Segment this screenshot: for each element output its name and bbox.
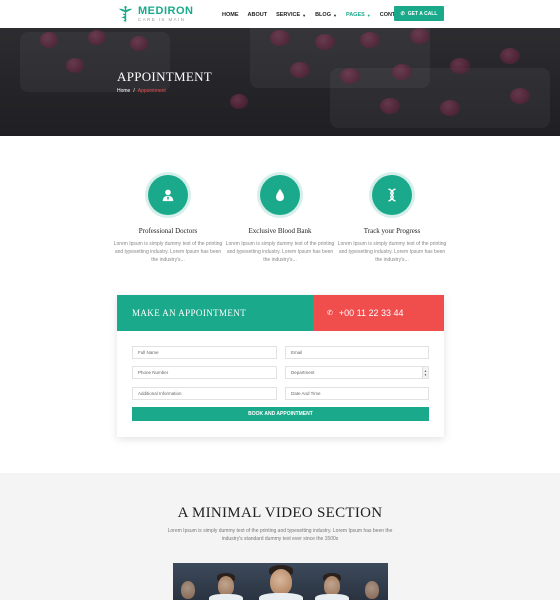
dna-icon — [388, 188, 396, 202]
video-thumbnail-detail — [209, 594, 243, 600]
feature-text: Lorem Ipsum is simply dummy text of the … — [337, 241, 447, 263]
feature-title: Professional Doctors — [138, 227, 198, 235]
nav-item-home[interactable]: HOME — [222, 10, 239, 20]
feature-title: Track your Progress — [363, 227, 421, 235]
chevron-down-icon: ▼ — [302, 12, 307, 18]
banner-overlay — [0, 28, 560, 136]
feature-title: Exclusive Blood Bank — [248, 227, 312, 235]
feature-text: Lorem Ipsum is simply dummy text of the … — [225, 241, 335, 263]
logo[interactable]: MEDIRON CARE IS MAIN — [117, 4, 193, 24]
feature-professional-doctors: Professional Doctors Lorem Ipsum is simp… — [112, 175, 224, 264]
field-placeholder: Phone Number — [138, 370, 169, 375]
book-appointment-label: BOOK AND APPOINTMENT — [248, 411, 313, 417]
field-placeholder: Department — [291, 370, 315, 375]
additional-information-field[interactable]: Additional Information — [132, 387, 277, 400]
get-a-call-label: GET A CALL — [407, 10, 438, 17]
phone-icon: ✆ — [400, 10, 405, 17]
field-placeholder: Additional Information — [138, 391, 182, 396]
blood-drop-icon — [276, 188, 284, 202]
nav-item-pages[interactable]: PAGES ▼ — [346, 10, 371, 20]
brand-tagline: CARE IS MAIN — [138, 17, 186, 22]
phone-number-field[interactable]: Phone Number — [132, 366, 277, 379]
nav-item-blog[interactable]: BLOG ▼ — [315, 10, 337, 20]
video-section-text: Lorem Ipsum is simply dummy text of the … — [167, 528, 393, 542]
video-thumbnail-detail — [181, 581, 195, 599]
full-name-field[interactable]: Full Name — [132, 346, 277, 359]
date-time-field[interactable]: Date And Time — [285, 387, 429, 400]
video-thumbnail-detail — [259, 593, 303, 600]
get-a-call-button[interactable]: ✆ GET A CALL — [394, 6, 444, 21]
feature-icon-circle — [148, 175, 188, 215]
field-placeholder: Full Name — [138, 350, 159, 355]
nav-label: HOME — [222, 12, 239, 18]
nav-label: BLOG — [315, 12, 331, 18]
breadcrumb-separator: / — [133, 88, 135, 94]
feature-blood-bank: Exclusive Blood Bank Lorem Ipsum is simp… — [224, 175, 336, 264]
department-select[interactable]: Department ▲ ▼ — [285, 366, 429, 379]
page-title: APPOINTMENT — [117, 69, 213, 84]
nav-item-service[interactable]: SERVICE ▼ — [276, 10, 306, 20]
chevron-down-icon: ▼ — [332, 12, 337, 18]
feature-icon-circle — [260, 175, 300, 215]
site-header: MEDIRON CARE IS MAIN HOME ABOUT SERVICE ▼… — [0, 0, 560, 28]
video-section-title: A MINIMAL VIDEO SECTION — [177, 505, 383, 521]
appointment-phone-number: +00 11 22 33 44 — [338, 308, 404, 318]
caduceus-icon — [118, 6, 133, 22]
phone-icon: ✆ — [327, 310, 333, 317]
video-thumbnail-detail — [365, 581, 379, 599]
page-banner: APPOINTMENT Home / Appointment — [0, 28, 560, 136]
book-appointment-button[interactable]: BOOK AND APPOINTMENT — [132, 407, 429, 421]
appointment-phone[interactable]: ✆ +00 11 22 33 44 — [313, 295, 444, 331]
field-placeholder: Date And Time — [291, 391, 321, 396]
nav-item-about[interactable]: ABOUT — [248, 10, 268, 20]
feature-text: Lorem Ipsum is simply dummy text of the … — [113, 241, 223, 263]
feature-icon-circle — [372, 175, 412, 215]
video-thumbnail[interactable] — [173, 563, 388, 600]
email-field[interactable]: Email — [285, 346, 429, 359]
chevron-down-icon: ▼ — [366, 12, 371, 18]
appointment-heading: MAKE AN APPOINTMENT — [117, 295, 313, 331]
video-thumbnail-detail — [218, 576, 234, 596]
field-placeholder: Email — [291, 350, 303, 355]
video-thumbnail-detail — [270, 569, 292, 595]
breadcrumb-current: Appointment — [137, 88, 166, 94]
nav-label: PAGES — [345, 12, 365, 18]
main-nav: HOME ABOUT SERVICE ▼ BLOG ▼ PAGES ▼ CONTACT — [222, 10, 415, 20]
appointment-form: MAKE AN APPOINTMENT ✆ +00 11 22 33 44 Fu… — [117, 295, 444, 437]
select-arrows-icon: ▲ ▼ — [422, 367, 428, 378]
nav-label: SERVICE — [276, 12, 301, 18]
breadcrumb: Home / Appointment — [117, 88, 166, 94]
feature-track-progress: Track your Progress Lorem Ipsum is simpl… — [336, 175, 448, 264]
breadcrumb-home-link[interactable]: Home — [117, 88, 130, 94]
nav-label: ABOUT — [247, 12, 268, 18]
doctor-icon — [162, 189, 174, 202]
video-thumbnail-detail — [324, 576, 340, 596]
video-thumbnail-detail — [315, 594, 349, 600]
brand-name: MEDIRON — [138, 5, 194, 17]
